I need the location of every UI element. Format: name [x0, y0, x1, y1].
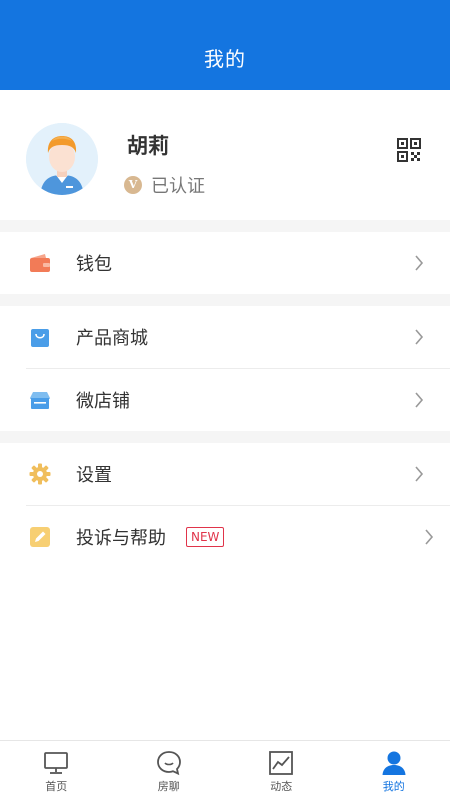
tab-chat[interactable]: 房聊: [113, 741, 226, 800]
new-badge: NEW: [186, 527, 225, 547]
menu-item-help[interactable]: 投诉与帮助 NEW: [0, 506, 450, 568]
verified-badge-icon: V: [124, 176, 142, 194]
profile-card[interactable]: 胡莉 V 已认证: [0, 90, 450, 220]
menu-label-shop: 微店铺: [76, 391, 130, 412]
menu-item-shop[interactable]: 微店铺: [0, 369, 450, 431]
tab-label-chat: 房聊: [157, 780, 180, 793]
menu-label-mall: 产品商城: [76, 328, 148, 349]
section-gap: [0, 220, 450, 232]
wallet-icon: [29, 252, 51, 274]
person-icon: [381, 750, 407, 776]
menu-label-help: 投诉与帮助: [76, 528, 166, 549]
tab-mine[interactable]: 我的: [338, 741, 450, 800]
edit-icon: [29, 526, 51, 548]
tab-label-home: 首页: [45, 780, 68, 793]
chevron-right-icon: [424, 529, 434, 545]
verification-status: V 已认证: [124, 172, 205, 198]
menu-item-settings[interactable]: 设置: [0, 443, 450, 505]
chevron-right-icon: [414, 392, 424, 408]
chevron-right-icon: [414, 466, 424, 482]
avatar[interactable]: [26, 123, 98, 195]
menu-label-wallet: 钱包: [76, 254, 112, 275]
qr-code-icon[interactable]: [397, 138, 421, 162]
tab-home[interactable]: 首页: [0, 741, 113, 800]
verified-text: 已认证: [151, 176, 205, 197]
chevron-right-icon: [414, 255, 424, 271]
section-gap: [0, 431, 450, 443]
top-header: 我的: [0, 0, 450, 90]
section-gap: [0, 294, 450, 306]
tab-label-feed: 动态: [270, 780, 293, 793]
avatar-illustration-icon: [26, 123, 98, 195]
trend-icon: [268, 750, 294, 776]
chat-icon: [156, 750, 182, 776]
monitor-icon: [43, 750, 69, 776]
menu-item-mall[interactable]: 产品商城: [0, 306, 450, 368]
gear-icon: [29, 463, 51, 485]
user-name: 胡莉: [127, 134, 169, 158]
bottom-tab-bar: 首页 房聊 动态 我的: [0, 740, 450, 800]
chevron-right-icon: [414, 329, 424, 345]
tab-feed[interactable]: 动态: [225, 741, 338, 800]
menu-item-wallet[interactable]: 钱包: [0, 232, 450, 294]
tab-label-mine: 我的: [382, 780, 405, 793]
store-icon: [29, 389, 51, 411]
page-title: 我的: [204, 47, 246, 71]
shopping-bag-icon: [29, 326, 51, 348]
menu-label-settings: 设置: [76, 465, 112, 486]
